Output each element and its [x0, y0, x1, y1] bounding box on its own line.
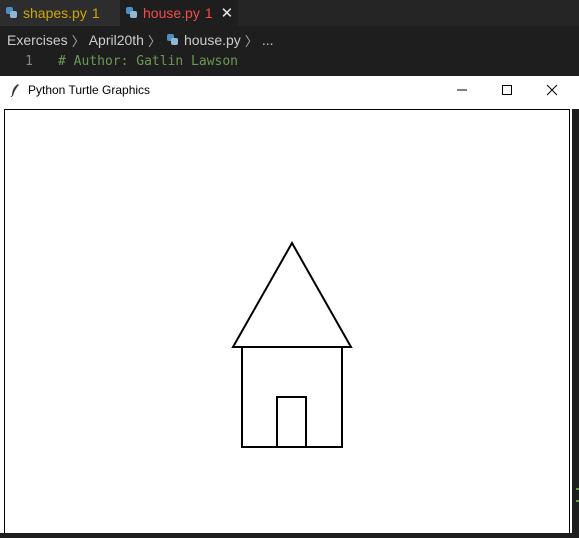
house-drawing [231, 240, 353, 448]
feather-icon [10, 84, 19, 97]
code-comment[interactable]: # Author: Gatlin Lawson [58, 54, 238, 69]
close-window-button[interactable] [529, 76, 574, 104]
chevron-right-icon: 〉 [244, 33, 258, 49]
breadcrumb-folder-april20th[interactable]: April20th [89, 32, 144, 48]
maximize-icon [501, 85, 512, 95]
python-file-icon [6, 7, 18, 19]
minimize-button[interactable] [439, 76, 484, 104]
maximize-button[interactable] [484, 76, 529, 104]
tab-house-py[interactable]: house.py 1 ✕ [120, 0, 238, 26]
tab-label: shapes.py [23, 5, 87, 21]
minimize-icon [456, 89, 467, 91]
window-title-bar[interactable]: Python Turtle Graphics [0, 76, 579, 104]
problem-count-badge: 1 [91, 5, 100, 21]
line-number: 1 [25, 53, 33, 69]
breadcrumb-file-house-py[interactable]: house.py [184, 32, 241, 48]
editor-tab-bar: shapes.py 1 house.py 1 ✕ [0, 0, 579, 26]
chevron-right-icon: 〉 [147, 33, 161, 49]
close-icon [546, 84, 557, 96]
code-line[interactable]: 1 # Author: Gatlin Lawson [0, 52, 579, 70]
window-title: Python Turtle Graphics [28, 83, 151, 97]
breadcrumb: Exercises 〉 April20th 〉 house.py 〉 ... [0, 30, 274, 50]
house-door [276, 396, 307, 448]
editor-scroll-gutter [572, 109, 579, 533]
turtle-canvas[interactable] [4, 109, 570, 533]
tab-shapes-py[interactable]: shapes.py 1 [0, 0, 120, 26]
breadcrumb-symbols[interactable]: ... [262, 32, 274, 48]
close-tab-icon[interactable]: ✕ [221, 4, 234, 22]
problem-count-badge: 1 [204, 5, 213, 21]
tab-label: house.py [143, 5, 200, 21]
chevron-right-icon: 〉 [71, 33, 85, 49]
python-file-icon [126, 7, 138, 19]
breadcrumb-folder-exercises[interactable]: Exercises [7, 32, 68, 48]
python-file-icon [166, 34, 179, 46]
turtle-graphics-window: Python Turtle Graphics [0, 76, 579, 533]
house-roof [231, 240, 353, 348]
